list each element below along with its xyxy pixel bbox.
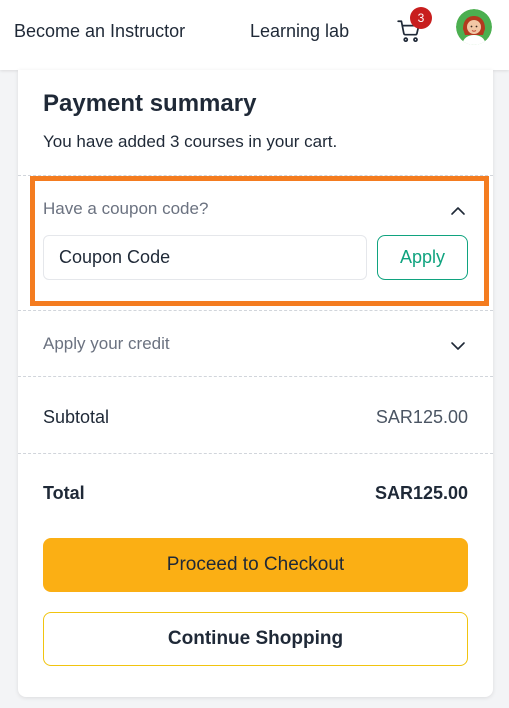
coupon-toggle-label[interactable]: Have a coupon code?	[43, 199, 208, 219]
total-label: Total	[43, 483, 85, 503]
proceed-to-checkout-button[interactable]: Proceed to Checkout	[43, 538, 468, 592]
divider	[18, 453, 493, 454]
continue-shopping-button[interactable]: Continue Shopping	[43, 612, 468, 666]
payment-summary-title: Payment summary	[43, 90, 257, 117]
coupon-code-input[interactable]	[43, 235, 367, 280]
payment-summary-card: Payment summary You have added 3 courses…	[18, 70, 493, 697]
learning-lab-link[interactable]: Learning lab	[250, 20, 349, 42]
total-value: SAR125.00	[374, 483, 468, 503]
apply-coupon-button[interactable]: Apply	[377, 235, 468, 280]
subtotal-label: Subtotal	[43, 407, 110, 427]
apply-credit-toggle[interactable]: Apply your credit	[43, 334, 170, 354]
become-instructor-link[interactable]: Become an Instructor	[14, 20, 185, 42]
user-avatar[interactable]	[456, 9, 492, 45]
top-navbar: Become an Instructor Learning lab 3	[0, 0, 509, 70]
divider	[18, 310, 493, 311]
cart-count-badge: 3	[410, 7, 432, 29]
subtotal-value: SAR125.00	[375, 407, 468, 427]
chevron-down-icon[interactable]	[450, 338, 466, 350]
cart-count-text: You have added 3 courses in your cart.	[43, 132, 338, 151]
chevron-up-icon[interactable]	[450, 203, 466, 215]
divider	[18, 376, 493, 377]
